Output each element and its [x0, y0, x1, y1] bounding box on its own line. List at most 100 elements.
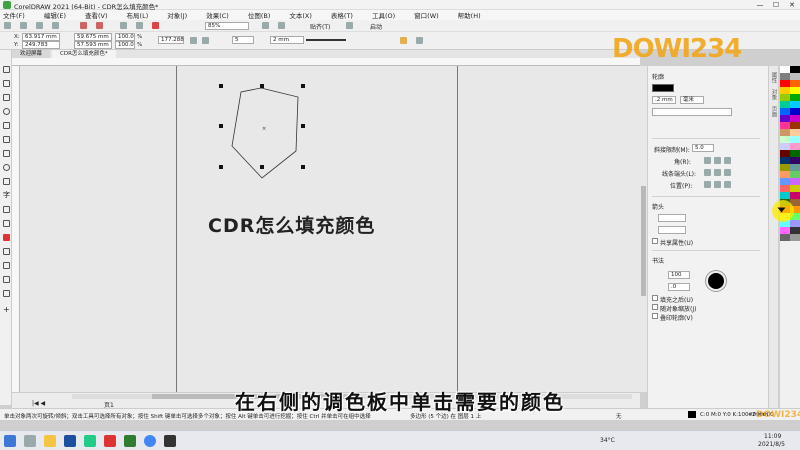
menu-effects[interactable]: 效果(C): [206, 10, 229, 20]
fill-behind-checkbox[interactable]: [652, 295, 658, 301]
x-position-field[interactable]: 63.917 mm: [22, 33, 60, 41]
polygon-tool-icon[interactable]: [3, 178, 10, 185]
palette-swatch[interactable]: [780, 136, 790, 143]
menu-table[interactable]: 表格(T): [331, 10, 353, 20]
add-tool-plus-icon[interactable]: +: [3, 306, 10, 314]
file-explorer-icon[interactable]: [44, 435, 56, 447]
print-icon[interactable]: [52, 22, 59, 29]
palette-swatch[interactable]: [790, 87, 800, 94]
palette-swatch[interactable]: [790, 234, 800, 241]
palette-swatch[interactable]: [780, 115, 790, 122]
tab-current-document[interactable]: CDR怎么填充颜色*: [52, 50, 116, 58]
palette-swatch[interactable]: [790, 227, 800, 234]
palette-swatch[interactable]: [790, 115, 800, 122]
polygon-sides-field[interactable]: 5: [232, 36, 254, 44]
menu-object[interactable]: 对象(J): [167, 10, 187, 20]
palette-swatch[interactable]: [780, 234, 790, 241]
position-inside-icon[interactable]: [724, 181, 731, 188]
menu-edit[interactable]: 编辑(E): [44, 10, 66, 20]
scale-with-object-checkbox[interactable]: [652, 304, 658, 310]
nib-angle-field[interactable]: .0: [668, 283, 690, 291]
height-field[interactable]: 57.593 mm: [74, 41, 112, 49]
search-icon[interactable]: [24, 435, 36, 447]
palette-swatch[interactable]: [790, 136, 800, 143]
cap-extended-icon[interactable]: [724, 169, 731, 176]
shared-attributes-checkbox[interactable]: [652, 238, 658, 244]
outline-width-field[interactable]: .2 mm: [652, 96, 676, 104]
miter-limit-field[interactable]: 5.0: [692, 144, 714, 152]
palette-swatch[interactable]: [790, 157, 800, 164]
palette-swatch[interactable]: [780, 227, 790, 234]
app-icon[interactable]: [84, 435, 96, 447]
palette-swatch[interactable]: [780, 129, 790, 136]
ellipse-tool-icon[interactable]: [3, 164, 10, 171]
menu-file[interactable]: 文件(F): [3, 10, 25, 20]
palette-swatch[interactable]: [780, 143, 790, 150]
palette-swatch[interactable]: [790, 94, 800, 101]
corner-round-icon[interactable]: [714, 157, 721, 164]
docker-tab-properties[interactable]: 属性: [770, 72, 778, 83]
line-style-select[interactable]: [306, 39, 346, 41]
palette-swatch[interactable]: [780, 157, 790, 164]
tab-welcome-screen[interactable]: 欢迎屏幕: [12, 50, 51, 58]
smart-fill-tool-icon[interactable]: [3, 290, 10, 297]
full-screen-icon[interactable]: [262, 22, 269, 29]
rectangle-tool-icon[interactable]: [3, 150, 10, 157]
palette-swatch[interactable]: [790, 73, 800, 80]
corner-miter-icon[interactable]: [704, 157, 711, 164]
palette-swatch[interactable]: [780, 80, 790, 87]
rotation-angle-field[interactable]: 177.288: [158, 36, 184, 44]
palette-swatch[interactable]: [780, 164, 790, 171]
palette-swatch[interactable]: [790, 192, 800, 199]
start-arrowhead-select[interactable]: [658, 214, 686, 222]
palette-swatch[interactable]: [790, 66, 800, 73]
palette-swatch[interactable]: [790, 101, 800, 108]
snap-to-dropdown[interactable]: 贴齐(T): [310, 22, 330, 31]
redo-icon[interactable]: [96, 22, 103, 29]
palette-swatch[interactable]: [780, 171, 790, 178]
app-icon[interactable]: [164, 435, 176, 447]
parallel-dimension-tool-icon[interactable]: [3, 206, 10, 213]
overprint-outline-checkbox[interactable]: [652, 313, 658, 319]
pick-tool-icon[interactable]: [3, 66, 10, 73]
outline-unit-select[interactable]: 毫米: [680, 96, 704, 104]
import-icon[interactable]: [120, 22, 127, 29]
launch-dropdown[interactable]: 启动: [370, 22, 382, 31]
width-field[interactable]: 59.675 mm: [74, 33, 112, 41]
publish-pdf-icon[interactable]: [152, 22, 159, 29]
menu-help[interactable]: 帮助(H): [458, 10, 481, 20]
maximize-button[interactable]: ☐: [768, 0, 784, 10]
save-icon[interactable]: [36, 22, 43, 29]
vertical-scrollbar[interactable]: [640, 66, 647, 392]
palette-swatch[interactable]: [780, 178, 790, 185]
artistic-media-tool-icon[interactable]: [3, 136, 10, 143]
transparency-tool-icon[interactable]: [3, 248, 10, 255]
palette-swatch[interactable]: [790, 122, 800, 129]
horizontal-ruler[interactable]: [12, 58, 640, 66]
palette-swatch[interactable]: [780, 185, 790, 192]
shape-tool-icon[interactable]: [3, 80, 10, 87]
docker-tab-objects[interactable]: 对象: [770, 89, 778, 100]
start-windows-icon[interactable]: [4, 435, 16, 447]
nib-shape-preview[interactable]: [706, 271, 726, 291]
position-outside-icon[interactable]: [704, 181, 711, 188]
zoom-tool-icon[interactable]: [3, 108, 10, 115]
y-position-field[interactable]: 249.783 mm: [22, 41, 60, 55]
palette-swatch[interactable]: [790, 171, 800, 178]
app-icon[interactable]: [104, 435, 116, 447]
palette-swatch[interactable]: [780, 73, 790, 80]
palette-swatch[interactable]: [790, 80, 800, 87]
canvas-heading-text[interactable]: CDR怎么填充颜色: [208, 211, 375, 238]
palette-swatch[interactable]: [790, 178, 800, 185]
interactive-fill-tool-icon[interactable]: [3, 276, 10, 283]
options-gear-icon[interactable]: [346, 22, 353, 29]
scale-y-field[interactable]: 100.0: [115, 41, 135, 49]
coreldraw-taskbar-icon[interactable]: [124, 435, 136, 447]
palette-swatch[interactable]: [780, 122, 790, 129]
freehand-tool-icon[interactable]: [3, 122, 10, 129]
zoom-level-select[interactable]: 85%: [205, 22, 249, 30]
corner-bevel-icon[interactable]: [724, 157, 731, 164]
chrome-icon[interactable]: [144, 435, 156, 447]
menu-layout[interactable]: 布局(L): [127, 10, 149, 20]
connector-tool-icon[interactable]: [3, 220, 10, 227]
